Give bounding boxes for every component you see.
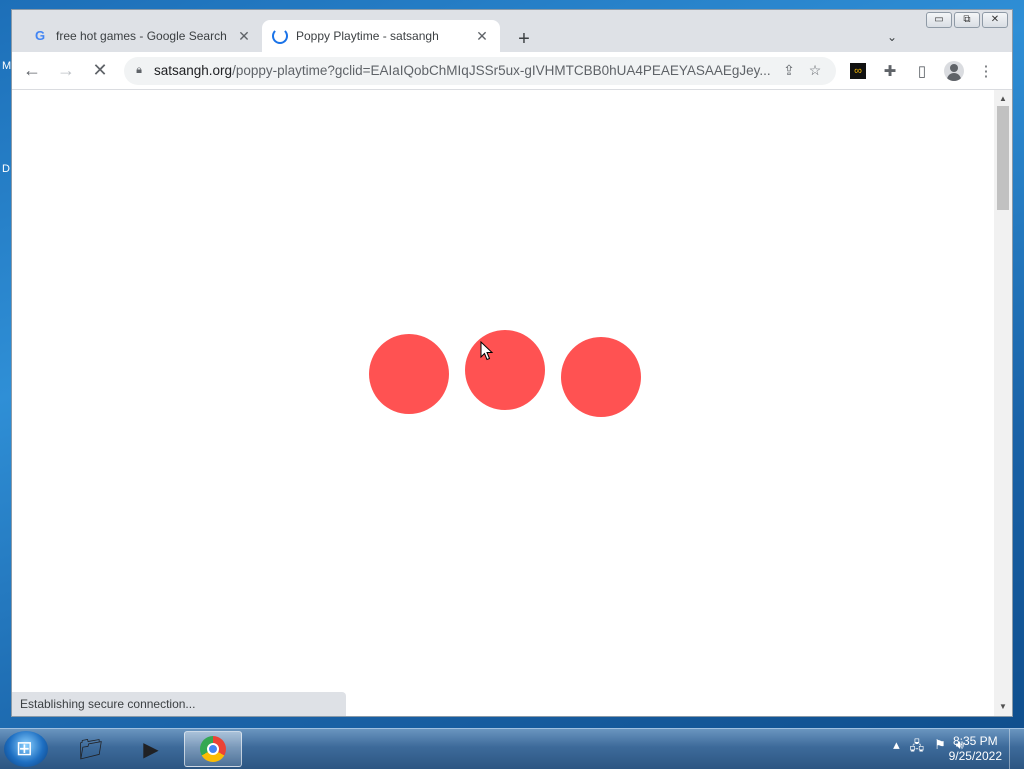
scroll-up-icon[interactable]: ▲	[999, 94, 1007, 103]
extension-icon[interactable]: ∞	[844, 57, 872, 85]
clock-time: 8:35 PM	[952, 734, 998, 748]
tab-title: Poppy Playtime - satsangh	[296, 29, 439, 43]
back-button[interactable]: ←	[18, 57, 46, 85]
puzzle-icon[interactable]: ✚	[876, 57, 904, 85]
stop-loading-button[interactable]: ✕	[86, 57, 114, 85]
chrome-icon	[200, 736, 226, 762]
menu-icon[interactable]: ⋮	[972, 57, 1000, 85]
share-icon[interactable]: ⇪	[776, 62, 802, 79]
desktop-icon-label: D	[2, 163, 10, 175]
forward-button[interactable]: →	[52, 57, 80, 85]
loading-spinner-icon	[272, 28, 288, 44]
profile-button[interactable]	[940, 57, 968, 85]
action-center-icon[interactable]: ⚑	[934, 737, 946, 759]
address-bar[interactable]: 🔒︎ satsangh.org/poppy-playtime?gclid=EAI…	[124, 56, 836, 85]
mouse-cursor-icon	[480, 341, 494, 361]
tab-strip: G free hot games - Google Search ✕ Poppy…	[12, 18, 1012, 52]
loading-dot	[561, 337, 641, 417]
show-desktop-button[interactable]	[1009, 729, 1024, 769]
url-text[interactable]: satsangh.org/poppy-playtime?gclid=EAIaIQ…	[154, 63, 776, 78]
file-explorer-icon[interactable]: 📁︎	[62, 731, 120, 767]
lock-icon[interactable]: 🔒︎	[132, 64, 146, 78]
chrome-taskbar-button[interactable]	[184, 731, 242, 767]
google-g-icon: G	[34, 28, 46, 43]
media-player-icon[interactable]: ▶	[122, 731, 180, 767]
url-host: satsangh.org	[154, 63, 233, 78]
tab-google-search[interactable]: G free hot games - Google Search ✕	[22, 20, 262, 52]
loading-dot	[369, 334, 449, 414]
extension-logo-icon: ∞	[850, 62, 866, 79]
network-icon[interactable]: 🖧︎	[910, 737, 925, 759]
desktop-icon-label: M	[2, 60, 12, 72]
side-panel-icon[interactable]: ▯	[908, 57, 936, 85]
close-tab-icon[interactable]: ✕	[236, 28, 252, 44]
new-tab-button[interactable]: +	[512, 28, 536, 52]
tab-poppy-playtime[interactable]: Poppy Playtime - satsangh ✕	[262, 20, 500, 52]
tab-title: free hot games - Google Search	[56, 29, 227, 43]
vertical-scrollbar[interactable]: ▲ ▼	[994, 90, 1012, 716]
star-icon[interactable]: ☆	[802, 62, 828, 79]
taskbar: 📁︎ ▶ ▴ 🖧︎ ⚑ 🔊︎ 8:35 PM 9/25/2022	[0, 728, 1024, 769]
status-bubble: Establishing secure connection...	[12, 692, 346, 716]
toolbar: ← → ✕ 🔒︎ satsangh.org/poppy-playtime?gcl…	[12, 52, 1012, 90]
scrollbar-thumb[interactable]	[997, 106, 1009, 210]
clock[interactable]: 8:35 PM 9/25/2022	[949, 734, 1002, 764]
chevron-down-icon[interactable]: ⌄	[882, 30, 902, 50]
page-content	[12, 90, 994, 716]
avatar	[944, 60, 964, 81]
show-hidden-icons-icon[interactable]: ▴	[893, 737, 900, 759]
scroll-down-icon[interactable]: ▼	[999, 702, 1007, 711]
browser-window: ▭ ⧉ ✕ G free hot games - Google Search ✕…	[11, 9, 1013, 717]
url-path: /poppy-playtime?gclid=EAIaIQobChMIqJSSr5…	[232, 63, 771, 78]
start-button[interactable]	[4, 731, 48, 767]
close-tab-icon[interactable]: ✕	[474, 28, 490, 44]
clock-date: 9/25/2022	[948, 749, 1002, 763]
loading-dot	[465, 330, 545, 410]
